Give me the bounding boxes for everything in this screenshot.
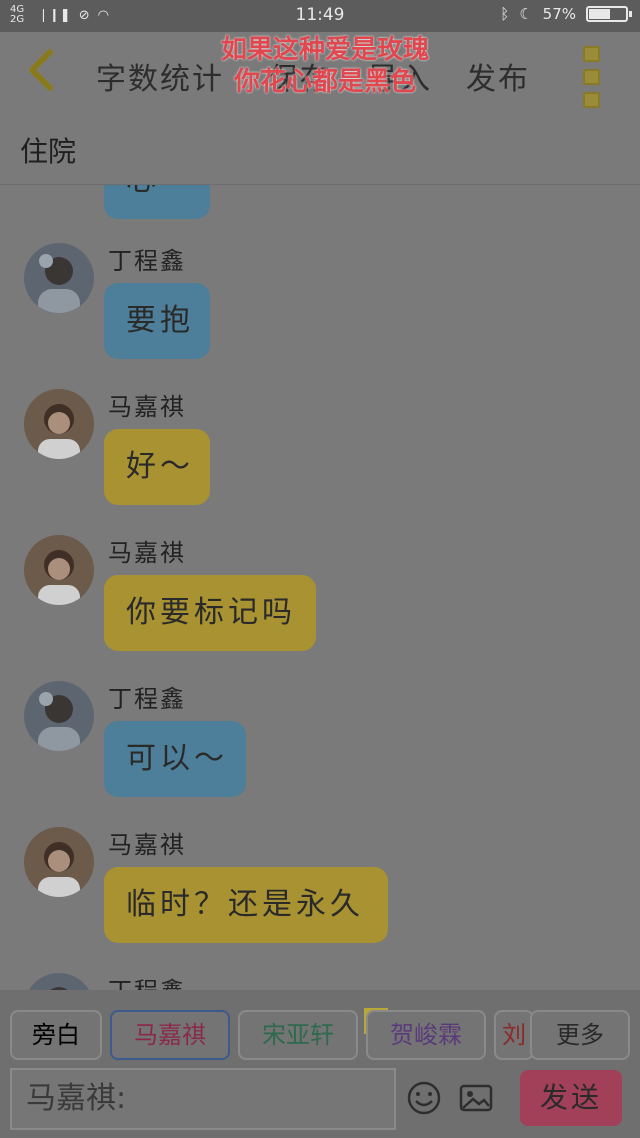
- avatar[interactable]: [24, 681, 94, 751]
- bluetooth-icon: ᛒ: [500, 5, 510, 23]
- chat-header: 住院: [0, 110, 640, 185]
- role-partial[interactable]: 刘: [494, 1010, 534, 1060]
- role-song-yaxuan[interactable]: 宋亚轩: [238, 1010, 358, 1060]
- battery-percent: 57%: [542, 5, 576, 23]
- emoji-icon: [407, 1081, 441, 1115]
- chat-area[interactable]: 心 丁程鑫 要抱 马嘉祺 好～ 马嘉祺 你要标记吗 丁程鑫 可以～ 马嘉祺 临时: [0, 185, 640, 990]
- message-bubble: 好～: [104, 429, 210, 505]
- lyric-overlay: 如果这种爱是玫瑰 你花心都是黑色: [190, 34, 460, 98]
- status-bar: 4G 2G ❘❙❚ ⊘ ◠ 11:49 ᛒ ☾ 57%: [0, 0, 640, 32]
- message-bubble: 你要标记吗: [104, 575, 316, 651]
- input-bar: 马嘉祺: 发送: [0, 1066, 640, 1138]
- battery-icon: [586, 6, 632, 22]
- lyric-line-1: 如果这种爱是玫瑰: [220, 35, 429, 65]
- sender-name: 丁程鑫: [108, 685, 186, 713]
- top-toolbar: 字数统计 保存 导入 发布 如果这种爱是玫瑰 你花心都是黑色: [0, 32, 640, 110]
- sender-name: 马嘉祺: [108, 539, 186, 567]
- back-button[interactable]: [22, 48, 62, 92]
- lyric-line-2: 你花心都是黑色: [233, 67, 416, 97]
- message-bubble: 可以～: [104, 721, 246, 797]
- avatar[interactable]: [24, 389, 94, 459]
- chevron-left-icon: [29, 49, 53, 91]
- chat-title: 住院: [20, 135, 77, 168]
- more-roles-button[interactable]: 更多: [530, 1010, 630, 1060]
- role-narrator[interactable]: 旁白: [10, 1010, 102, 1060]
- avatar[interactable]: [24, 243, 94, 313]
- message-bubble: 心: [104, 185, 210, 219]
- role-ma-jiaqi[interactable]: 马嘉祺: [110, 1010, 230, 1060]
- image-button[interactable]: [456, 1078, 496, 1118]
- sender-name: 丁程鑫: [108, 971, 186, 990]
- role-selector: 旁白 马嘉祺 宋亚轩 主 贺峻霖 刘 更多: [0, 990, 640, 1066]
- moon-icon: ☾: [519, 5, 533, 23]
- more-menu-icon[interactable]: [583, 46, 600, 108]
- sender-name: 马嘉祺: [108, 393, 186, 421]
- message-bubble: 临时？还是永久: [104, 867, 388, 943]
- send-button[interactable]: 发送: [520, 1070, 622, 1126]
- avatar[interactable]: [24, 973, 94, 990]
- sender-name: 丁程鑫: [108, 247, 186, 275]
- publish-button[interactable]: 发布: [466, 54, 530, 98]
- emoji-button[interactable]: [404, 1078, 444, 1118]
- avatar[interactable]: [24, 827, 94, 897]
- image-icon: [459, 1084, 493, 1112]
- message-bubble: 要抱: [104, 283, 210, 359]
- sender-name: 马嘉祺: [108, 831, 186, 859]
- message-input[interactable]: 马嘉祺:: [10, 1068, 396, 1130]
- role-he-junlin[interactable]: 贺峻霖: [366, 1010, 486, 1060]
- avatar[interactable]: [24, 535, 94, 605]
